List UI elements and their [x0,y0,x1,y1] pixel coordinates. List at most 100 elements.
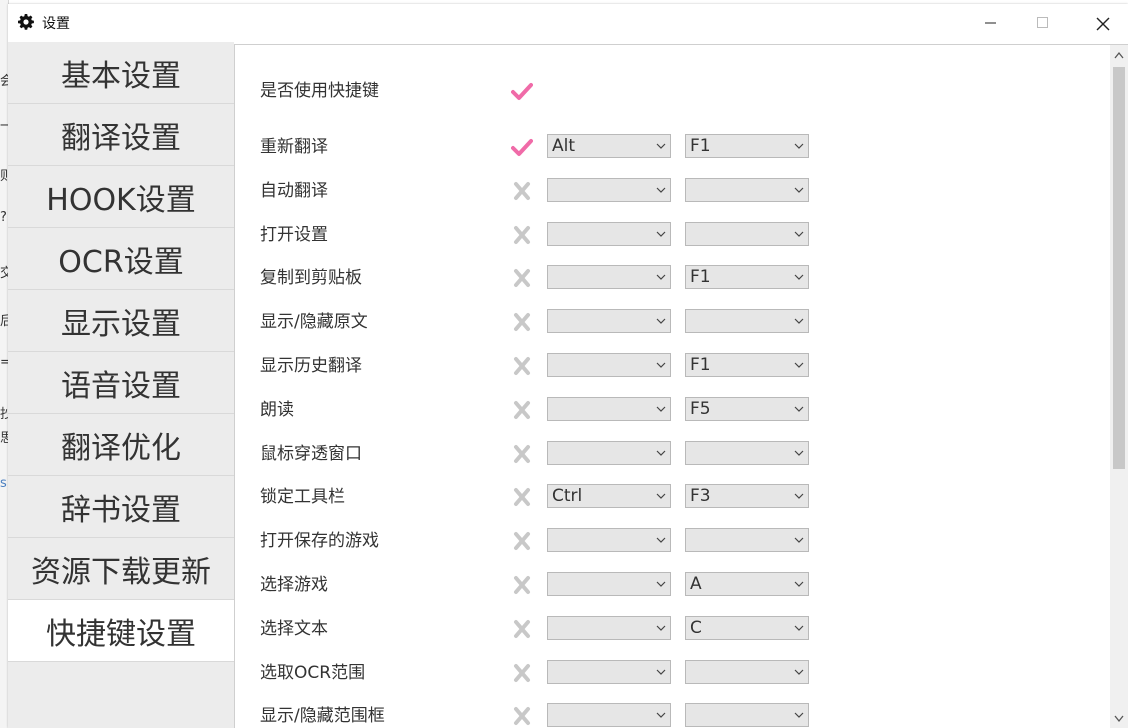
close-icon [1096,17,1110,31]
hotkey-row: 显示/隐藏范围框 [235,694,1105,728]
chevron-down-icon [794,493,804,500]
hotkey-row: 复制到剪贴板 F1 [235,256,1105,300]
key-select[interactable]: F1 [685,353,809,377]
hotkey-label: 重新翻译 [260,137,328,157]
chevron-down-icon [656,231,666,237]
close-button[interactable] [1079,4,1125,42]
key-select[interactable]: A [685,572,809,596]
key-select[interactable]: F1 [685,265,809,290]
background-text: s [0,476,7,491]
sidebar-item[interactable]: 资源下载更新 [8,538,234,600]
modifier-key-select[interactable] [547,659,671,684]
background-text: 则 [0,169,8,184]
key-select[interactable]: F1 [685,134,809,158]
key-select[interactable] [685,221,809,246]
modifier-key-select[interactable] [547,221,671,246]
modifier-key-select[interactable] [547,615,671,640]
sidebar-item[interactable]: 语音设置 [8,352,234,414]
cross-icon[interactable] [511,706,533,726]
sidebar-item[interactable]: 翻译优化 [8,414,234,476]
cross-icon[interactable] [511,312,533,332]
hotkey-label: 是否使用快捷键 [260,81,379,101]
hotkey-row: 显示历史翻译 F1 [235,344,1105,388]
sidebar-item[interactable]: 快捷键设置 [8,600,234,662]
sidebar-item[interactable]: 翻译设置 [8,104,234,166]
hotkey-row: 选择文本 C [235,607,1105,651]
hotkey-label: 选择文本 [260,618,328,639]
sidebar-item[interactable]: 基本设置 [8,42,234,104]
chevron-down-icon [794,362,804,368]
hotkey-row: 是否使用快捷键 [235,69,1105,113]
chevron-down-icon [656,669,666,675]
maximize-button[interactable] [1020,4,1066,42]
sidebar-item[interactable]: HOOK设置 [8,166,234,228]
modifier-key-select[interactable] [547,309,671,334]
scroll-up-icon[interactable] [1114,51,1124,59]
modifier-key-select[interactable] [547,265,671,290]
select-value: Alt [552,136,576,156]
cross-icon[interactable] [511,400,533,420]
minimize-button[interactable] [968,4,1014,42]
modifier-key-select[interactable] [547,396,671,421]
modifier-key-select[interactable] [547,353,671,377]
chevron-down-icon [656,406,666,412]
hotkey-row: 显示/隐藏原文 [235,300,1105,344]
check-icon[interactable] [511,137,533,157]
chevron-down-icon [656,537,666,544]
maximize-icon [1037,17,1048,28]
modifier-key-select[interactable] [547,703,671,728]
cross-icon[interactable] [511,663,533,683]
scroll-down-icon[interactable] [1114,715,1124,723]
sidebar-item[interactable]: OCR设置 [8,228,234,290]
sidebar-item[interactable]: 显示设置 [8,290,234,352]
modifier-key-select[interactable] [547,440,671,465]
cross-icon[interactable] [511,619,533,639]
hotkey-row: 朗读 F5 [235,388,1105,432]
key-select[interactable] [685,440,809,465]
gear-icon [18,14,34,30]
sidebar-item[interactable]: 辞书设置 [8,476,234,538]
check-icon[interactable] [511,81,533,101]
chevron-down-icon [794,581,804,587]
key-select[interactable] [685,703,809,728]
modifier-key-select[interactable] [547,177,671,202]
modifier-key-select[interactable] [547,528,671,553]
select-value: Ctrl [552,486,583,507]
key-select[interactable]: F3 [685,484,809,509]
chevron-down-icon [794,187,804,193]
key-select[interactable] [685,659,809,684]
chevron-down-icon [656,362,666,368]
cross-icon[interactable] [511,487,533,507]
cross-icon[interactable] [511,181,533,201]
key-select[interactable] [685,528,809,553]
scrollbar-thumb[interactable] [1113,67,1125,469]
background-text: 后 [0,314,8,329]
background-text: 思 [0,431,8,446]
key-select[interactable]: F5 [685,396,809,421]
hotkey-label: 打开保存的游戏 [260,531,379,552]
hotkey-label: 自动翻译 [260,180,328,201]
chevron-down-icon [794,274,804,281]
cross-icon[interactable] [511,268,533,288]
cross-icon[interactable] [511,444,533,464]
key-select[interactable] [685,309,809,334]
modifier-key-select[interactable] [547,572,671,596]
cross-icon[interactable] [511,225,533,245]
cross-icon[interactable] [511,356,533,376]
background-text: ? [0,210,7,225]
cross-icon[interactable] [511,575,533,595]
title-bar[interactable]: 设置 [8,4,1128,42]
settings-window: 设置 基本设置 翻译设置 HOOK设置 OCR设置 显示设置 语音设置 翻译优化 辞书设置 资源… [8,4,1128,728]
modifier-key-select[interactable]: Ctrl [547,484,671,509]
hotkey-label: 选择游戏 [260,575,328,595]
key-select[interactable] [685,177,809,202]
hotkey-row: 自动翻译 [235,169,1105,213]
select-value: F3 [690,486,711,507]
key-select[interactable]: C [685,615,809,640]
modifier-key-select[interactable]: Alt [547,134,671,158]
cross-icon[interactable] [511,531,533,551]
hotkey-label: 选取OCR范围 [260,662,366,683]
hotkey-label: 复制到剪贴板 [260,268,362,289]
hotkey-settings-panel: 是否使用快捷键 重新翻译 Alt F1 自动翻译 打开设置 复制到剪贴板 F1 显示/隐藏原文显… [234,44,1128,728]
vertical-scrollbar[interactable] [1110,45,1128,728]
